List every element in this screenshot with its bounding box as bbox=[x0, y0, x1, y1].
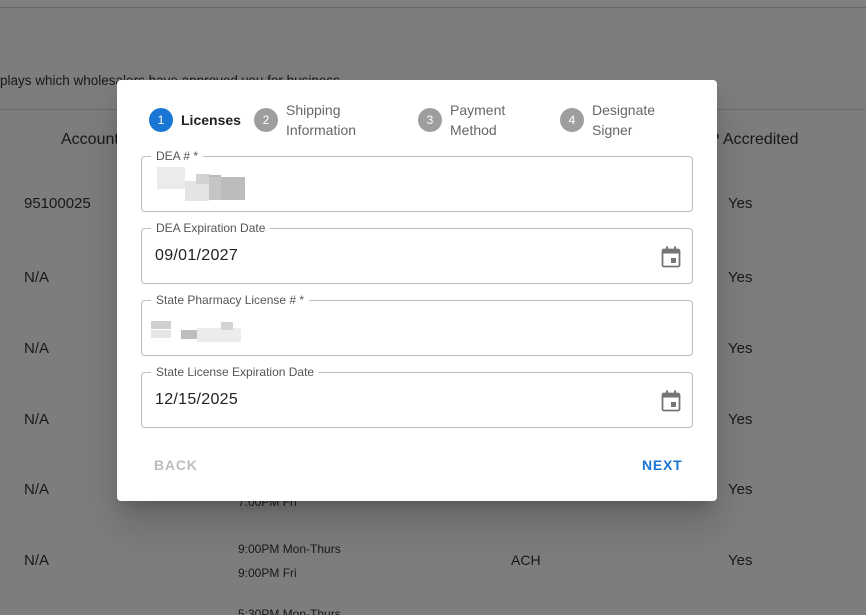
field-label: DEA # * bbox=[151, 148, 204, 164]
calendar-icon[interactable] bbox=[661, 246, 681, 268]
field-label: State License Expiration Date bbox=[151, 364, 320, 380]
dea-expiration-date-field[interactable]: DEA Expiration Date 09/01/2027 bbox=[141, 220, 693, 284]
step-label: Licenses bbox=[181, 112, 241, 128]
step-shipping-information[interactable]: 2 Shipping Information bbox=[254, 100, 356, 140]
step-licenses[interactable]: 1 Licenses bbox=[149, 108, 241, 132]
step-label: Payment Method bbox=[450, 102, 506, 138]
field-value: 12/15/2025 bbox=[155, 391, 239, 408]
next-button[interactable]: NEXT bbox=[634, 451, 691, 479]
step-number-icon: 1 bbox=[149, 108, 173, 132]
step-label: Designate Signer bbox=[592, 102, 656, 138]
step-payment-method[interactable]: 3 Payment Method bbox=[418, 100, 505, 140]
state-pharmacy-license-field[interactable]: State Pharmacy License # * bbox=[141, 292, 693, 356]
onboarding-dialog: 1 Licenses 2 Shipping Information 3 Paym… bbox=[117, 80, 717, 501]
step-label: Shipping Information bbox=[286, 102, 357, 138]
step-designate-signer[interactable]: 4 Designate Signer bbox=[560, 100, 655, 140]
calendar-icon[interactable] bbox=[661, 390, 681, 412]
state-license-expiration-date-field[interactable]: State License Expiration Date 12/15/2025 bbox=[141, 364, 693, 428]
dea-number-field[interactable]: DEA # * bbox=[141, 148, 693, 212]
back-button[interactable]: BACK bbox=[146, 451, 206, 479]
step-number-icon: 4 bbox=[560, 108, 584, 132]
field-label: DEA Expiration Date bbox=[151, 220, 271, 236]
step-number-icon: 2 bbox=[254, 108, 278, 132]
field-value: 09/01/2027 bbox=[155, 247, 239, 264]
step-number-icon: 3 bbox=[418, 108, 442, 132]
stepper: 1 Licenses 2 Shipping Information 3 Paym… bbox=[117, 80, 717, 156]
field-label: State Pharmacy License # * bbox=[151, 292, 310, 308]
